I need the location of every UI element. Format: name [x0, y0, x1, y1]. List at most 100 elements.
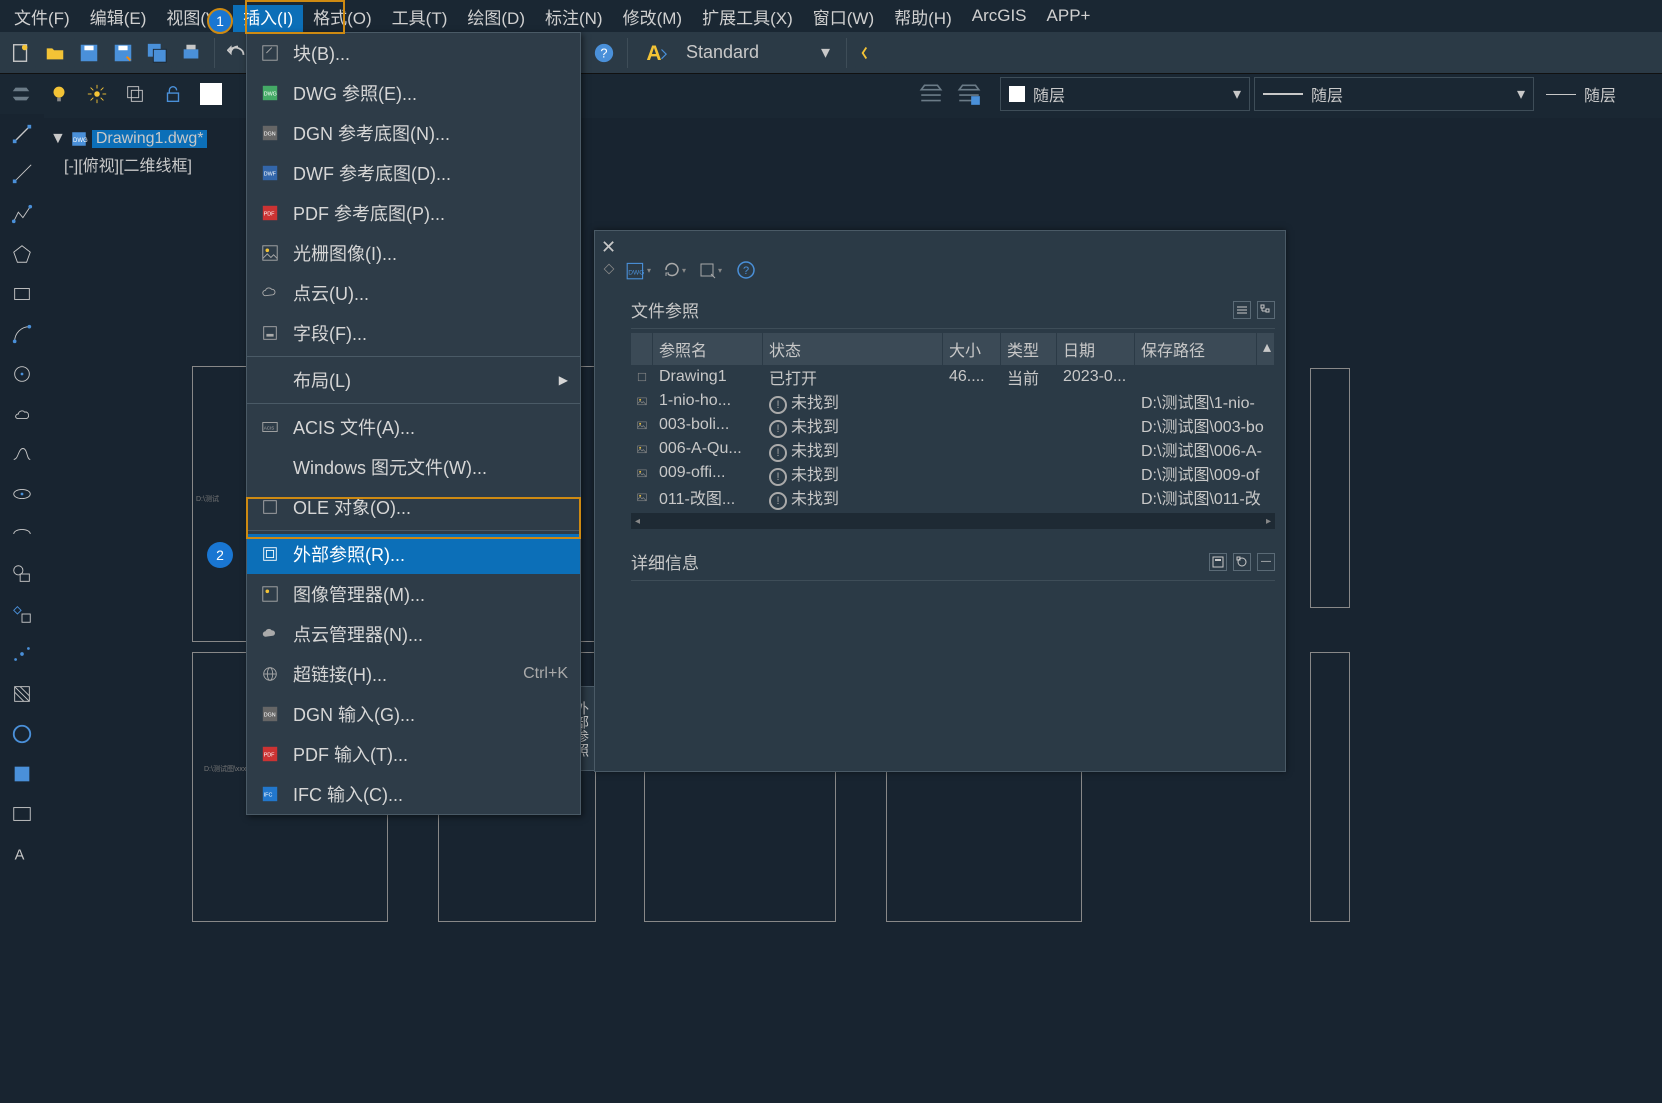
menu-appplus[interactable]: APP+ [1037, 2, 1101, 30]
col-type[interactable]: 类型 [1001, 333, 1057, 365]
menu-dwg-ref[interactable]: DWGDWG 参照(E)... [247, 73, 580, 113]
menu-dwf-ref[interactable]: DWFDWF 参考底图(D)... [247, 153, 580, 193]
menu-arcgis[interactable]: ArcGIS [962, 2, 1037, 30]
tree-view-icon[interactable] [1257, 301, 1275, 319]
region-tool-icon[interactable] [0, 754, 44, 794]
layer-panel-1-icon[interactable] [914, 77, 948, 111]
menu-xref[interactable]: 2 外部参照(R)... [247, 534, 580, 574]
menu-window[interactable]: 窗口(W) [803, 0, 884, 33]
menu-raster-image[interactable]: 光栅图像(I)... [247, 233, 580, 273]
menu-pdf-ref[interactable]: PDFPDF 参考底图(P)... [247, 193, 580, 233]
table-tool-icon[interactable] [0, 794, 44, 834]
menu-hyperlink[interactable]: 超链接(H)...Ctrl+K [247, 654, 580, 694]
col-date[interactable]: 日期 [1057, 333, 1135, 365]
ellipse-arc-tool-icon[interactable] [0, 514, 44, 554]
revcloud-tool-icon[interactable] [0, 394, 44, 434]
menu-layout[interactable]: 布局(L)▶ [247, 360, 580, 400]
make-block-tool-icon[interactable] [0, 594, 44, 634]
col-size[interactable]: 大小 [943, 333, 1001, 365]
linetype-combo[interactable]: 随层▾ [1254, 77, 1534, 111]
details-icon-1[interactable] [1209, 553, 1227, 571]
table-row[interactable]: 011-改图...!未找到D:\测试图\011-改 [631, 485, 1275, 509]
table-row[interactable]: 006-A-Qu...!未找到D:\测试图\006-A- [631, 437, 1275, 461]
view-state[interactable]: [-][俯视][二维线框] [64, 152, 192, 176]
block-tool-icon[interactable] [0, 554, 44, 594]
table-row[interactable]: 003-boli...!未找到D:\测试图\003-bo [631, 413, 1275, 437]
freeze-icon[interactable] [80, 77, 114, 111]
menu-help[interactable]: 帮助(H) [884, 0, 962, 33]
open-icon[interactable] [40, 38, 70, 68]
menu-file[interactable]: 文件(F) [4, 0, 80, 33]
attach-dwg-icon[interactable]: DWG▾ [625, 257, 651, 283]
menu-pdf-import[interactable]: PDFPDF 输入(T)... [247, 734, 580, 774]
menu-block[interactable]: 块(B)... [247, 33, 580, 73]
text-style-combo[interactable]: A Standard▾ [644, 39, 838, 67]
menu-ifc-import[interactable]: IFCIFC 输入(C)... [247, 774, 580, 814]
bulb-icon[interactable] [42, 77, 76, 111]
menu-wmf[interactable]: Windows 图元文件(W)... [247, 447, 580, 487]
point-tool-icon[interactable] [0, 634, 44, 674]
change-path-icon[interactable]: ▾ [697, 257, 723, 283]
menu-ext[interactable]: 扩展工具(X) [692, 0, 803, 33]
text-tool-icon[interactable]: A [0, 834, 44, 874]
menu-insert[interactable]: 插入(I) [233, 5, 303, 32]
layer-color-combo[interactable]: 随层▾ [1000, 77, 1250, 111]
help-icon[interactable]: ? [589, 38, 619, 68]
close-icon[interactable]: ✕ [601, 237, 621, 257]
refresh-icon[interactable]: ▾ [661, 257, 687, 283]
new-icon[interactable] [6, 38, 36, 68]
lock-icon[interactable] [156, 77, 190, 111]
more-icon[interactable] [855, 38, 885, 68]
menu-tools[interactable]: 工具(T) [382, 0, 458, 33]
col-name[interactable]: 参照名 [653, 333, 763, 365]
hatch-tool-icon[interactable] [0, 674, 44, 714]
xref-h-scrollbar[interactable]: ◂▸ [631, 513, 1275, 529]
menu-format[interactable]: 格式(O) [303, 0, 382, 33]
saveall-icon[interactable] [142, 38, 172, 68]
file-name[interactable]: Drawing1.dwg* [92, 130, 208, 148]
menu-modify[interactable]: 修改(M) [613, 0, 692, 33]
details-collapse-icon[interactable]: — [1257, 553, 1275, 571]
pdfin-icon: PDF [259, 743, 281, 765]
menu-dgn-ref[interactable]: DGNDGN 参考底图(N)... [247, 113, 580, 153]
details-icon-2[interactable] [1233, 553, 1251, 571]
table-row[interactable]: 009-offi...!未找到D:\测试图\009-of [631, 461, 1275, 485]
ellipse-tool-icon[interactable] [0, 474, 44, 514]
xref-help-icon[interactable]: ? [733, 257, 759, 283]
line-tool-icon[interactable] [0, 114, 44, 154]
menu-ole[interactable]: OLE 对象(O)... [247, 487, 580, 527]
spline-tool-icon[interactable] [0, 434, 44, 474]
rectangle-tool-icon[interactable] [0, 274, 44, 314]
menu-acis[interactable]: ACISACIS 文件(A)... [247, 407, 580, 447]
polyline-tool-icon[interactable] [0, 194, 44, 234]
layer-copy-icon[interactable] [118, 77, 152, 111]
color-swatch-icon[interactable] [194, 77, 228, 111]
menu-draw[interactable]: 绘图(D) [457, 0, 535, 33]
circle-tool-icon[interactable] [0, 354, 44, 394]
table-row[interactable]: Drawing1已打开46....当前2023-0... [631, 365, 1275, 389]
layer-states-icon[interactable] [4, 77, 38, 111]
layer-panel-2-icon[interactable] [952, 77, 986, 111]
save-icon[interactable] [74, 38, 104, 68]
polygon-tool-icon[interactable] [0, 234, 44, 274]
lineweight-combo[interactable]: 随层 [1538, 78, 1658, 110]
saveas-icon[interactable] [108, 38, 138, 68]
col-status[interactable]: 状态 [763, 333, 943, 365]
list-view-icon[interactable] [1233, 301, 1251, 319]
tree-expand-icon[interactable]: ▼ [50, 130, 66, 148]
ray-tool-icon[interactable] [0, 154, 44, 194]
print-icon[interactable] [176, 38, 206, 68]
menu-cloud-manager[interactable]: 点云管理器(N)... [247, 614, 580, 654]
table-row[interactable]: 1-nio-ho...!未找到D:\测试图\1-nio- [631, 389, 1275, 413]
col-path[interactable]: 保存路径 [1135, 333, 1257, 365]
menu-image-manager[interactable]: 图像管理器(M)... [247, 574, 580, 614]
menu-edit[interactable]: 编辑(E) [80, 0, 157, 33]
scroll-up-icon[interactable]: ▴ [1257, 333, 1275, 365]
pin-icon[interactable] [601, 261, 617, 282]
menu-annotate[interactable]: 标注(N) [535, 0, 613, 33]
arc-tool-icon[interactable] [0, 314, 44, 354]
menu-point-cloud[interactable]: 点云(U)... [247, 273, 580, 313]
menu-dgn-import[interactable]: DGNDGN 输入(G)... [247, 694, 580, 734]
gradient-tool-icon[interactable] [0, 714, 44, 754]
menu-field[interactable]: 字段(F)... [247, 313, 580, 353]
